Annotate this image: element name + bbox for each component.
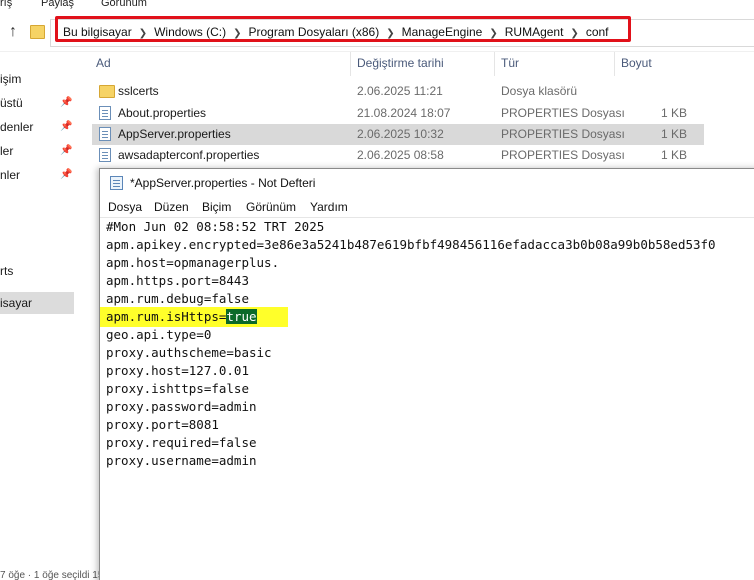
file-type: PROPERTIES Dosyası — [501, 127, 625, 141]
column-divider[interactable] — [614, 52, 615, 76]
nav-item-label: rts — [0, 264, 14, 278]
file-type: Dosya klasörü — [501, 84, 578, 98]
notepad-icon — [110, 176, 123, 190]
text-line: apm.host=opmanagerplus. — [106, 255, 280, 270]
file-icon — [99, 148, 111, 162]
text-line: #Mon Jun 02 08:58:52 TRT 2025 — [106, 219, 325, 234]
file-date: 2.06.2025 10:32 — [357, 127, 444, 141]
nav-item-label: denler — [0, 120, 34, 134]
chevron-right-icon[interactable]: ❯ — [233, 28, 241, 39]
screenshot-root: rış Paylaş Görünüm ↑ Bu bilgisayar ❯ Windo… — [0, 0, 754, 580]
chevron-right-icon[interactable]: ❯ — [570, 28, 578, 39]
nav-item-label: işim — [0, 72, 22, 86]
menu-view[interactable]: Görünüm — [246, 200, 296, 214]
nav-item[interactable]: nler 📌 — [0, 164, 74, 186]
ribbon-tab-share-partial[interactable]: rış — [0, 0, 12, 9]
menu-edit[interactable]: Düzen — [154, 200, 189, 214]
file-row-awsadapterconf-properties[interactable]: awsadapterconf.properties 2.06.2025 08:5… — [92, 145, 704, 166]
breadcrumb-this-pc[interactable]: Bu bilgisayar — [63, 25, 132, 39]
text-key: apm.rum.isHttps= — [106, 309, 227, 324]
notepad-menu-bar: Dosya Düzen Biçim Görünüm Yardım — [100, 197, 754, 218]
file-name: AppServer.properties — [118, 127, 231, 141]
text-line: apm.rum.debug=false — [106, 291, 249, 306]
nav-item-this-pc[interactable]: isayar — [0, 292, 74, 314]
column-divider[interactable] — [350, 52, 351, 76]
file-size: 1 KB — [660, 148, 687, 162]
nav-item-label: ler — [0, 144, 14, 158]
file-list: Ad Değiştirme tarihi Tür Boyut sslcerts … — [88, 52, 754, 172]
chevron-right-icon[interactable]: ❯ — [489, 28, 497, 39]
up-arrow-icon[interactable]: ↑ — [4, 23, 22, 41]
text-line: proxy.required=false — [106, 435, 257, 450]
breadcrumb-program-files-x86[interactable]: Program Dosyaları (x86) — [249, 25, 380, 39]
ribbon-tab-view[interactable]: Görünüm — [101, 0, 147, 9]
address-row: ↑ Bu bilgisayar ❯ Windows (C:) ❯ Program Dos… — [0, 15, 754, 52]
chevron-right-icon[interactable]: ❯ — [386, 28, 394, 39]
file-row-appserver-properties[interactable]: AppServer.properties 2.06.2025 10:32 PRO… — [92, 124, 704, 145]
file-size: 1 KB — [660, 127, 687, 141]
file-size: 1 KB — [660, 106, 687, 120]
breadcrumb-windows-c[interactable]: Windows (C:) — [154, 25, 226, 39]
notepad-title-bar[interactable]: *AppServer.properties - Not Defteri — [100, 169, 754, 197]
selected-text: true — [226, 309, 257, 324]
column-divider[interactable] — [494, 52, 495, 76]
notepad-text-area[interactable]: #Mon Jun 02 08:58:52 TRT 2025 apm.apikey… — [100, 218, 754, 580]
nav-item[interactable]: işim — [0, 68, 74, 90]
file-date: 21.08.2024 18:07 — [357, 106, 451, 120]
ribbon-tab-share[interactable]: Paylaş — [41, 0, 74, 9]
text-line: proxy.username=admin — [106, 453, 257, 468]
text-line: apm.apikey.encrypted=3e86e3a5241b487e619… — [106, 237, 716, 252]
menu-format[interactable]: Biçim — [202, 200, 231, 214]
pin-icon: 📌 — [60, 121, 73, 132]
column-header-name[interactable]: Ad — [96, 56, 111, 70]
breadcrumb-manageengine[interactable]: ManageEngine — [402, 25, 483, 39]
breadcrumb: Bu bilgisayar ❯ Windows (C:) ❯ Program Dosya… — [63, 25, 609, 39]
menu-help[interactable]: Yardım — [310, 200, 348, 214]
breadcrumb-rumagent[interactable]: RUMAgent — [505, 25, 564, 39]
pin-icon: 📌 — [60, 145, 73, 156]
file-icon — [99, 106, 111, 120]
nav-item[interactable]: üstü 📌 — [0, 92, 74, 114]
file-date: 2.06.2025 08:58 — [357, 148, 444, 162]
file-row-sslcerts[interactable]: sslcerts 2.06.2025 11:21 Dosya klasörü — [92, 81, 704, 102]
file-type: PROPERTIES Dosyası — [501, 148, 625, 162]
file-name: awsadapterconf.properties — [118, 148, 260, 162]
text-line-highlighted: apm.rum.isHttps=true — [106, 308, 257, 326]
column-header-size[interactable]: Boyut — [621, 56, 652, 70]
text-line: apm.https.port=8443 — [106, 273, 249, 288]
column-header-date[interactable]: Değiştirme tarihi — [357, 56, 444, 70]
nav-item-label: isayar — [0, 296, 33, 310]
text-line: proxy.ishttps=false — [106, 381, 249, 396]
text-line: geo.api.type=0 — [106, 327, 212, 342]
navigation-pane: işim üstü 📌 denler 📌 ler 📌 nler 📌 rts isayar — [0, 52, 76, 580]
pin-icon: 📌 — [60, 169, 73, 180]
file-row-about-properties[interactable]: About.properties 21.08.2024 18:07 PROPER… — [92, 103, 704, 124]
ribbon-tab-strip: rış Paylaş Görünüm — [0, 0, 754, 12]
file-name: About.properties — [118, 106, 207, 120]
folder-icon — [30, 25, 45, 39]
folder-icon — [99, 85, 115, 98]
notepad-window: *AppServer.properties - Not Defteri Dosy… — [99, 168, 754, 580]
text-line: proxy.password=admin — [106, 399, 257, 414]
nav-item[interactable]: denler 📌 — [0, 116, 74, 138]
menu-file[interactable]: Dosya — [108, 200, 142, 214]
nav-item-label: üstü — [0, 96, 23, 110]
file-type: PROPERTIES Dosyası — [501, 106, 625, 120]
pin-icon: 📌 — [60, 97, 73, 108]
file-icon — [99, 127, 111, 141]
nav-item[interactable]: rts — [0, 260, 74, 282]
chevron-right-icon[interactable]: ❯ — [139, 28, 147, 39]
text-line: proxy.authscheme=basic — [106, 345, 272, 360]
nav-item[interactable]: ler 📌 — [0, 140, 74, 162]
text-line: proxy.port=8081 — [106, 417, 219, 432]
nav-item-label: nler — [0, 168, 21, 182]
breadcrumb-conf[interactable]: conf — [586, 25, 609, 39]
text-line: proxy.host=127.0.01 — [106, 363, 249, 378]
file-name: sslcerts — [118, 84, 159, 98]
file-date: 2.06.2025 11:21 — [357, 84, 443, 98]
column-header-type[interactable]: Tür — [501, 56, 519, 70]
window-title: *AppServer.properties - Not Defteri — [130, 176, 316, 190]
